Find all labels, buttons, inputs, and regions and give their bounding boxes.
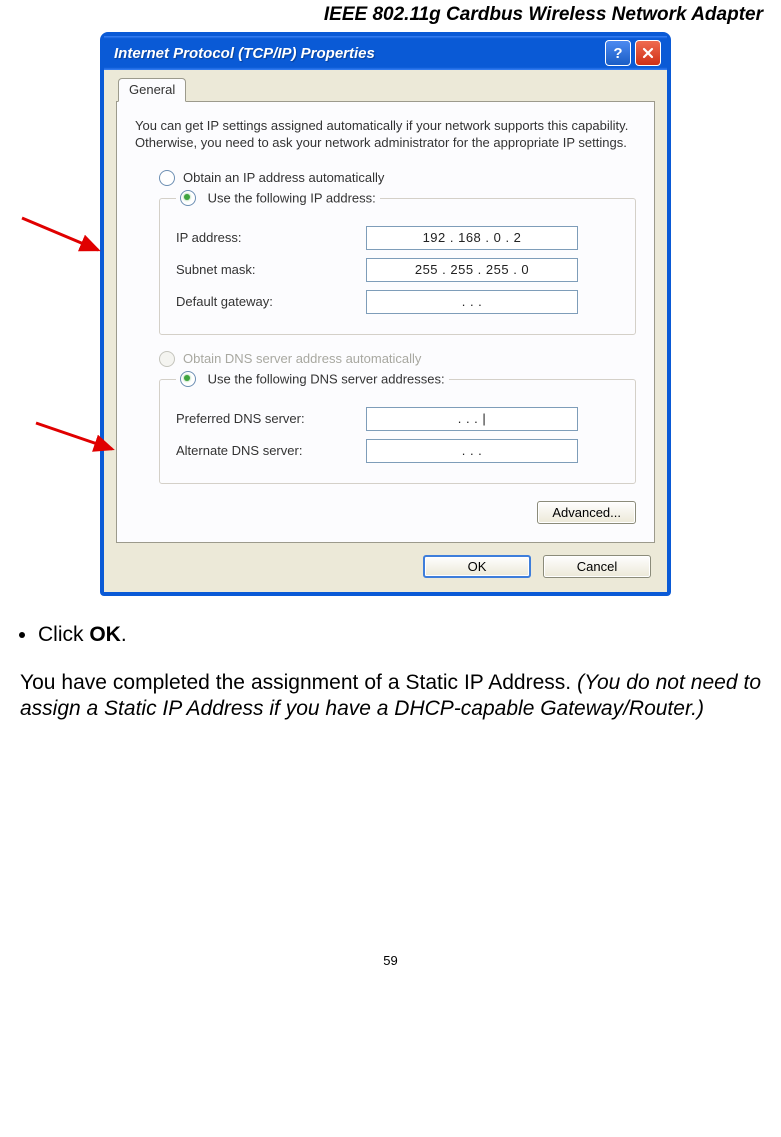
dialog-container: Internet Protocol (TCP/IP) Properties ? … [100, 32, 671, 596]
bullet-text-suffix: . [121, 623, 127, 646]
ok-button[interactable]: OK [423, 555, 531, 578]
dns-group: Use the following DNS server addresses: … [159, 371, 636, 484]
subnet-mask-label: Subnet mask: [176, 262, 366, 277]
dialog-action-row: OK Cancel [116, 543, 655, 578]
page-number: 59 [0, 733, 781, 984]
page-header: IEEE 802.11g Cardbus Wireless Network Ad… [0, 0, 781, 30]
radio-obtain-ip[interactable]: Obtain an IP address automatically [159, 170, 636, 186]
radio-icon [180, 371, 196, 387]
radio-label: Obtain DNS server address automatically [183, 351, 421, 366]
close-icon [642, 47, 654, 59]
alternate-dns-input[interactable]: . . . [366, 439, 578, 463]
radio-obtain-dns: Obtain DNS server address automatically [159, 351, 636, 367]
completion-paragraph: You have completed the assignment of a S… [20, 670, 761, 723]
radio-label: Use the following DNS server addresses: [208, 371, 445, 386]
alternate-dns-label: Alternate DNS server: [176, 443, 366, 458]
ip-address-group: Use the following IP address: IP address… [159, 190, 636, 335]
radio-label: Obtain an IP address automatically [183, 170, 384, 185]
radio-icon [159, 170, 175, 186]
advanced-button-row: Advanced... [135, 500, 636, 524]
default-gateway-label: Default gateway: [176, 294, 366, 309]
preferred-dns-input[interactable]: . . . | [366, 407, 578, 431]
field-preferred-dns: Preferred DNS server: . . . | [176, 407, 619, 431]
help-button[interactable]: ? [605, 40, 631, 66]
instruction-text: Click OK. You have completed the assignm… [0, 596, 781, 723]
properties-dialog: Internet Protocol (TCP/IP) Properties ? … [100, 32, 671, 596]
default-gateway-input[interactable]: . . . [366, 290, 578, 314]
field-subnet-mask: Subnet mask: 255 . 255 . 255 . 0 [176, 258, 619, 282]
dialog-titlebar: Internet Protocol (TCP/IP) Properties ? [104, 36, 667, 70]
ip-address-input[interactable]: 192 . 168 . 0 . 2 [366, 226, 578, 250]
radio-label: Use the following IP address: [208, 190, 376, 205]
field-default-gateway: Default gateway: . . . [176, 290, 619, 314]
ip-address-label: IP address: [176, 230, 366, 245]
document-page: IEEE 802.11g Cardbus Wireless Network Ad… [0, 0, 781, 984]
cancel-button[interactable]: Cancel [543, 555, 651, 578]
field-alternate-dns: Alternate DNS server: . . . [176, 439, 619, 463]
radio-use-ip[interactable]: Use the following IP address: [176, 190, 380, 208]
para-plain: You have completed the assignment of a S… [20, 671, 577, 694]
tab-panel-general: You can get IP settings assigned automat… [116, 101, 655, 543]
bullet-text-prefix: Click [38, 623, 89, 646]
dialog-title: Internet Protocol (TCP/IP) Properties [110, 45, 601, 62]
instruction-bullet: Click OK. [38, 622, 761, 648]
radio-icon [159, 351, 175, 367]
close-button[interactable] [635, 40, 661, 66]
advanced-button[interactable]: Advanced... [537, 501, 636, 524]
field-ip-address: IP address: 192 . 168 . 0 . 2 [176, 226, 619, 250]
tab-strip: General [116, 78, 655, 102]
dialog-body: General You can get IP settings assigned… [104, 70, 667, 592]
radio-use-dns[interactable]: Use the following DNS server addresses: [176, 371, 449, 389]
tab-general[interactable]: General [118, 78, 186, 102]
preferred-dns-label: Preferred DNS server: [176, 411, 366, 426]
subnet-mask-input[interactable]: 255 . 255 . 255 . 0 [366, 258, 578, 282]
bullet-text-bold: OK [89, 623, 121, 646]
description-text: You can get IP settings assigned automat… [135, 118, 636, 152]
radio-icon [180, 190, 196, 206]
